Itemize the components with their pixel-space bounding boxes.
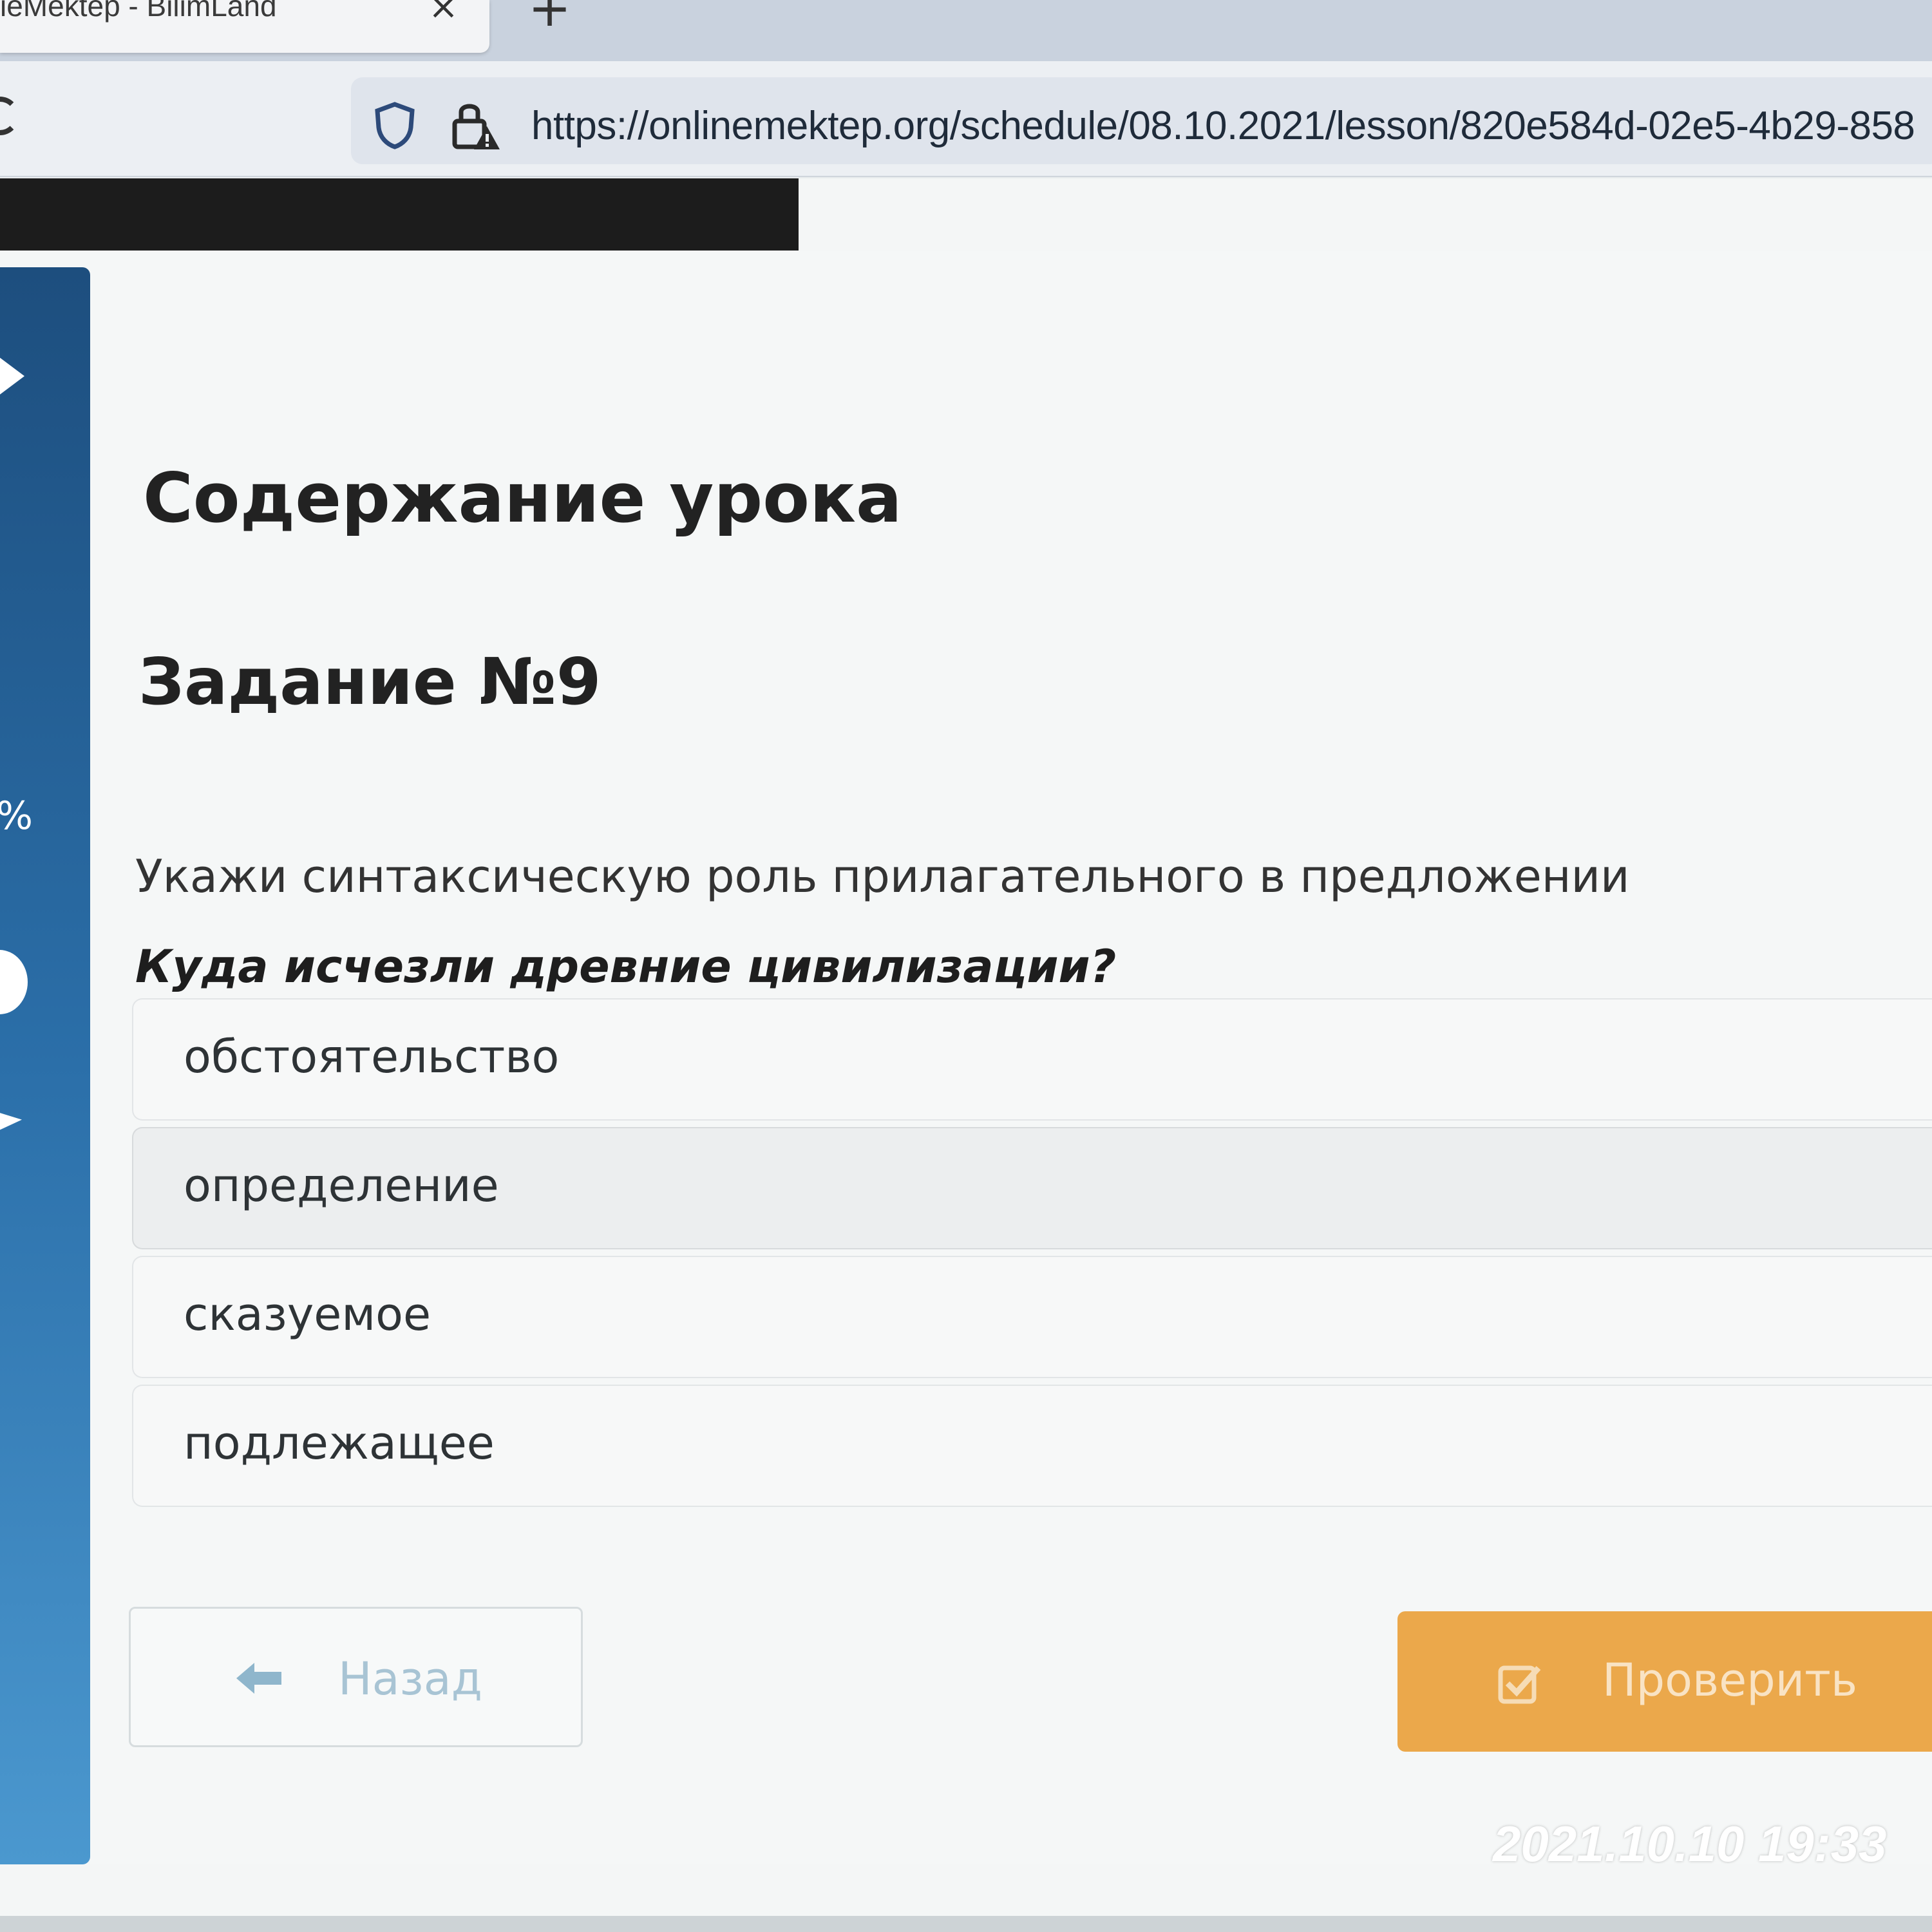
browser-tab[interactable]: ieMektep - BilimLand × xyxy=(0,0,489,53)
sidebar-percent: % xyxy=(0,793,33,838)
checkbox-icon xyxy=(1498,1665,1541,1704)
answer-option-label: обстоятельство xyxy=(184,1030,560,1083)
task-sentence: Куда исчезли древние цивилизации? xyxy=(135,940,1117,993)
lock-warning-icon[interactable] xyxy=(451,98,501,152)
back-button-label: Назад xyxy=(338,1653,483,1705)
answer-option-label: сказуемое xyxy=(184,1288,431,1341)
answer-option[interactable]: подлежащее xyxy=(132,1385,1932,1507)
answer-option[interactable]: сказуемое xyxy=(132,1256,1932,1378)
task-title: Задание №9 xyxy=(138,644,601,719)
lesson-sidebar xyxy=(0,267,90,1864)
answer-option-label: подлежащее xyxy=(184,1417,495,1470)
tab-title: ieMektep - BilimLand xyxy=(0,0,277,23)
arrow-left-icon xyxy=(236,1663,281,1694)
answer-option-selected[interactable]: определение xyxy=(132,1127,1932,1249)
lesson-title: Содержание урока xyxy=(143,459,902,538)
check-button[interactable]: Проверить xyxy=(1397,1611,1932,1752)
answer-option-label: определение xyxy=(184,1159,499,1212)
sidebar-arrow-icon[interactable] xyxy=(0,353,24,399)
back-button[interactable]: Назад xyxy=(129,1607,583,1747)
shield-icon[interactable] xyxy=(374,102,416,149)
photo-timestamp: 2021.10.10 19:33 xyxy=(1493,1815,1887,1872)
lesson-banner xyxy=(0,178,799,251)
url-text[interactable]: https://onlinemektep.org/schedule/08.10.… xyxy=(531,103,1915,149)
task-instruction: Укажи синтаксическую роль прилагательног… xyxy=(135,850,1630,903)
answer-option[interactable]: обстоятельство xyxy=(132,998,1932,1121)
new-tab-icon[interactable]: + xyxy=(528,0,571,38)
screen-bottom-edge xyxy=(0,1916,1932,1932)
tab-close-icon[interactable]: × xyxy=(428,0,459,28)
check-button-label: Проверить xyxy=(1602,1654,1858,1707)
